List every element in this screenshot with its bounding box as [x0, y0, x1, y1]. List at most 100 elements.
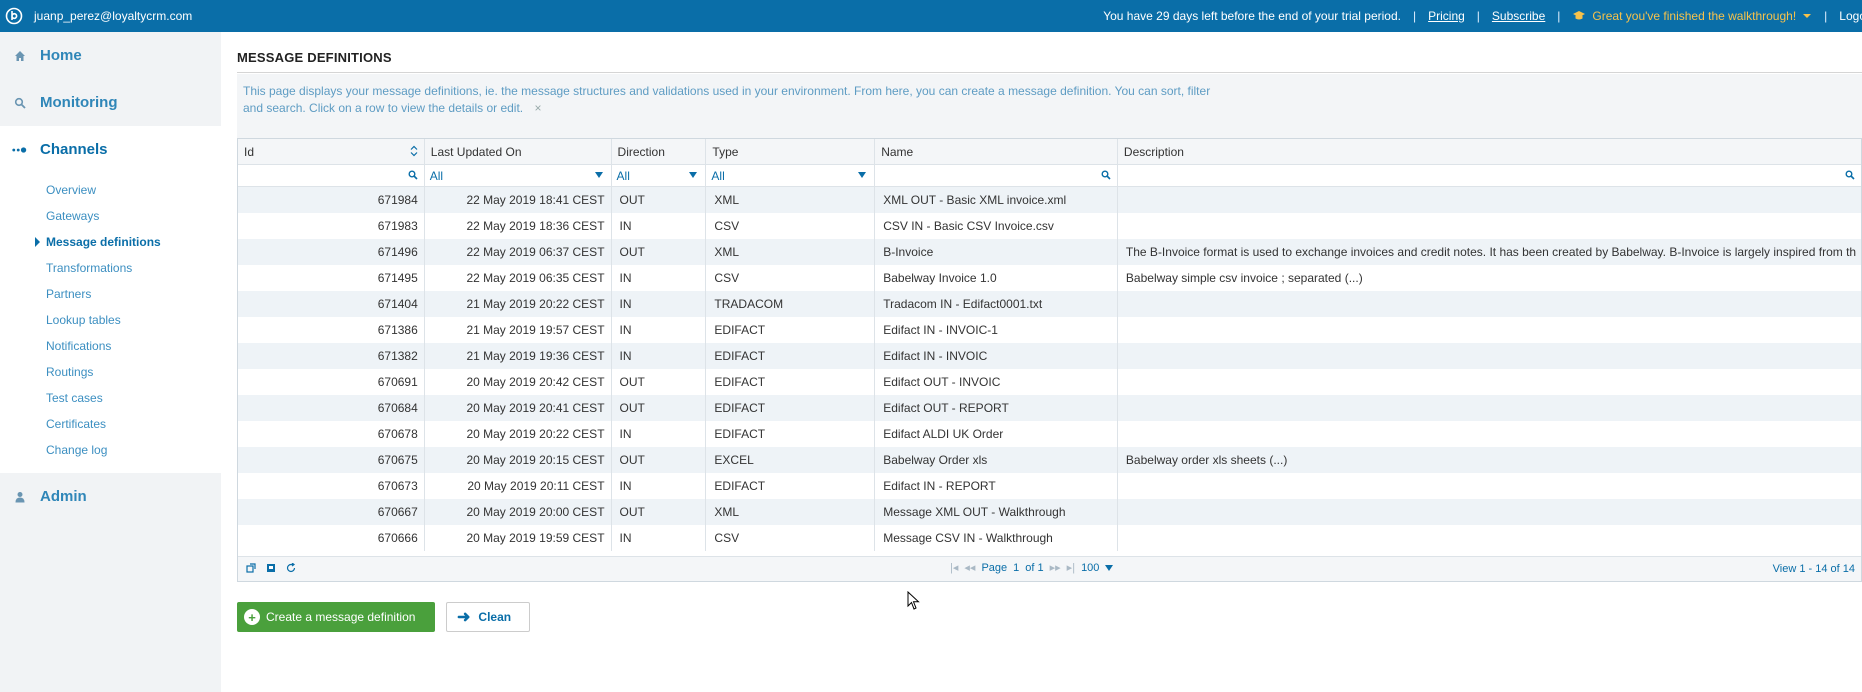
filter-type-select[interactable]: All — [706, 165, 876, 186]
cell-name: Edifact OUT - INVOIC — [875, 369, 1118, 395]
filter-description-input[interactable] — [1118, 165, 1861, 186]
subscribe-link[interactable]: Subscribe — [1492, 9, 1545, 23]
cell-date: 22 May 2019 06:35 CEST — [425, 265, 612, 291]
cell-id: 671404 — [238, 291, 425, 317]
pricing-link[interactable]: Pricing — [1428, 9, 1465, 23]
filter-id-input[interactable] — [238, 165, 425, 186]
next-page-icon[interactable]: ▸▸ — [1050, 561, 1061, 574]
column-header-id[interactable]: Id — [238, 139, 425, 164]
cell-date: 21 May 2019 19:36 CEST — [425, 343, 612, 369]
export-icon[interactable] — [266, 563, 276, 576]
cell-id: 670675 — [238, 447, 425, 473]
column-header-description[interactable]: Description — [1118, 139, 1861, 164]
column-header-direction[interactable]: Direction — [612, 139, 707, 164]
table-row[interactable]: 670684 20 May 2019 20:41 CEST OUT EDIFAC… — [238, 395, 1861, 421]
cell-name: Edifact ALDI UK Order — [875, 421, 1118, 447]
cell-name: Edifact OUT - REPORT — [875, 395, 1118, 421]
table-row[interactable]: 670673 20 May 2019 20:11 CEST IN EDIFACT… — [238, 473, 1861, 499]
cell-id: 671983 — [238, 213, 425, 239]
sidebar-item-partners[interactable]: Partners — [0, 281, 221, 307]
sidebar-item-lookup-tables[interactable]: Lookup tables — [0, 307, 221, 333]
clean-button[interactable]: ➜ Clean — [446, 602, 530, 632]
main-content: MESSAGE DEFINITIONS This page displays y… — [237, 32, 1862, 692]
cell-date: 22 May 2019 18:41 CEST — [425, 187, 612, 213]
cell-description — [1118, 421, 1861, 447]
chevron-down-icon — [1105, 564, 1114, 571]
filter-direction-value: All — [616, 168, 630, 183]
create-message-definition-button[interactable]: + Create a message definition — [237, 602, 435, 632]
table-row[interactable]: 670678 20 May 2019 20:22 CEST IN EDIFACT… — [238, 421, 1861, 447]
table-row[interactable]: 671495 22 May 2019 06:35 CEST IN CSV Bab… — [238, 265, 1861, 291]
nav-monitoring[interactable]: Monitoring — [0, 79, 221, 126]
sidebar-item-notifications[interactable]: Notifications — [0, 333, 221, 359]
cell-description — [1118, 317, 1861, 343]
column-header-last-updated[interactable]: Last Updated On — [425, 139, 612, 164]
table-row[interactable]: 671386 21 May 2019 19:57 CEST IN EDIFACT… — [238, 317, 1861, 343]
sidebar-item-overview[interactable]: Overview — [0, 177, 221, 203]
table-row[interactable]: 671382 21 May 2019 19:36 CEST IN EDIFACT… — [238, 343, 1861, 369]
nav-home[interactable]: Home — [0, 32, 221, 79]
cell-direction: OUT — [612, 369, 707, 395]
create-button-label: Create a message definition — [266, 610, 416, 624]
cell-id: 670666 — [238, 525, 425, 551]
cell-direction: OUT — [612, 187, 707, 213]
table-row[interactable]: 671496 22 May 2019 06:37 CEST OUT XML B-… — [238, 239, 1861, 265]
cell-type: EDIFACT — [706, 395, 876, 421]
sidebar-item-routings[interactable]: Routings — [0, 359, 221, 385]
cell-direction: IN — [612, 317, 707, 343]
table-row[interactable]: 670675 20 May 2019 20:15 CEST OUT EXCEL … — [238, 447, 1861, 473]
sidebar-item-certificates[interactable]: Certificates — [0, 411, 221, 437]
column-header-type[interactable]: Type — [706, 139, 876, 164]
cell-date: 20 May 2019 20:41 CEST — [425, 395, 612, 421]
info-line-2: and search. Click on a row to view the d… — [243, 101, 524, 115]
sidebar-item-transformations[interactable]: Transformations — [0, 255, 221, 281]
logout-link[interactable]: Logo — [1839, 9, 1862, 23]
cell-direction: IN — [612, 525, 707, 551]
table-row[interactable]: 670666 20 May 2019 19:59 CEST IN CSV Mes… — [238, 525, 1861, 551]
close-icon[interactable]: × — [534, 101, 541, 115]
first-page-icon[interactable]: |◂ — [950, 561, 958, 574]
open-window-icon[interactable] — [246, 562, 256, 576]
cell-type: XML — [706, 187, 876, 213]
prev-page-icon[interactable]: ◂◂ — [964, 561, 975, 574]
dots-icon — [12, 146, 28, 154]
cell-direction: IN — [612, 291, 707, 317]
cell-type: EXCEL — [706, 447, 876, 473]
filter-date-select[interactable]: All — [425, 165, 612, 186]
sidebar-item-test-cases[interactable]: Test cases — [0, 385, 221, 411]
table-row[interactable]: 670667 20 May 2019 20:00 CEST OUT XML Me… — [238, 499, 1861, 525]
sidebar-item-change-log[interactable]: Change log — [0, 437, 221, 463]
sidebar-item-message-definitions[interactable]: Message definitions — [0, 229, 221, 255]
cell-name: Edifact IN - INVOIC — [875, 343, 1118, 369]
page-input[interactable]: 1 — [1013, 562, 1019, 574]
table-row[interactable]: 670691 20 May 2019 20:42 CEST OUT EDIFAC… — [238, 369, 1861, 395]
cell-name: XML OUT - Basic XML invoice.xml — [875, 187, 1118, 213]
cell-id: 671984 — [238, 187, 425, 213]
nav-channels[interactable]: Channels — [0, 126, 221, 173]
last-page-icon[interactable]: ▸| — [1067, 561, 1075, 574]
nav-admin[interactable]: Admin — [0, 473, 221, 520]
page-size-select[interactable]: 100 — [1081, 562, 1114, 574]
cell-description — [1118, 213, 1861, 239]
separator: | — [1412, 9, 1417, 23]
table-row[interactable]: 671404 21 May 2019 20:22 CEST IN TRADACO… — [238, 291, 1861, 317]
cell-date: 21 May 2019 20:22 CEST — [425, 291, 612, 317]
sidebar-item-gateways[interactable]: Gateways — [0, 203, 221, 229]
filter-name-input[interactable] — [875, 165, 1118, 186]
column-header-label: Id — [244, 144, 255, 159]
cell-date: 20 May 2019 20:15 CEST — [425, 447, 612, 473]
filter-direction-select[interactable]: All — [612, 165, 707, 186]
refresh-icon[interactable] — [286, 562, 296, 576]
table-row[interactable]: 671984 22 May 2019 18:41 CEST OUT XML XM… — [238, 187, 1861, 213]
separator: | — [1557, 9, 1561, 23]
table-pager: |◂ ◂◂ Page 1 of 1 ▸▸ ▸| 100 View 1 - 14 … — [238, 556, 1861, 581]
cell-direction: IN — [612, 421, 707, 447]
user-email[interactable]: juanp_perez@loyaltycrm.com — [34, 9, 192, 23]
cell-name: Message CSV IN - Walkthrough — [875, 525, 1118, 551]
cell-date: 20 May 2019 20:22 CEST — [425, 421, 612, 447]
table-row[interactable]: 671983 22 May 2019 18:36 CEST IN CSV CSV… — [238, 213, 1861, 239]
mouse-cursor-icon — [907, 591, 920, 610]
walkthrough-menu[interactable]: Great you've finished the walkthrough! — [1572, 9, 1812, 23]
column-header-name[interactable]: Name — [875, 139, 1118, 164]
babelway-logo-icon[interactable] — [4, 6, 24, 26]
